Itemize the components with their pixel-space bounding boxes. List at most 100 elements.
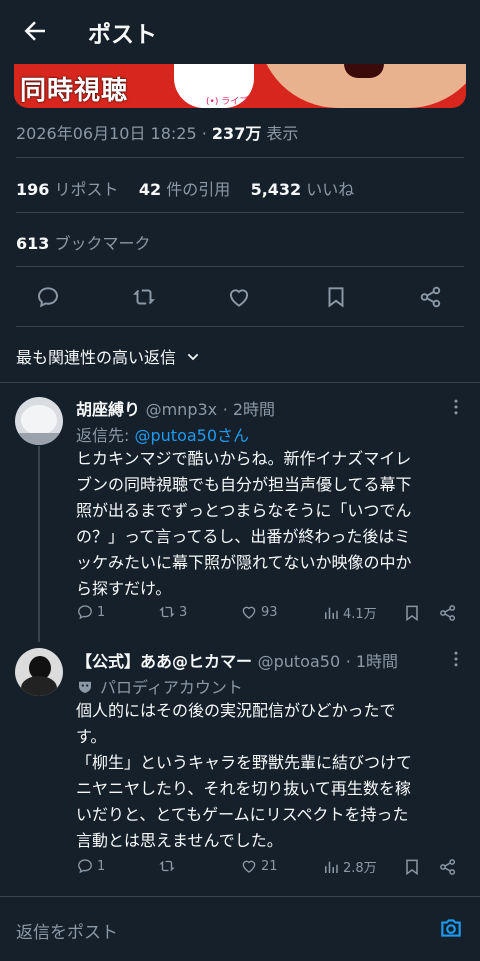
reply-text-line: ブンの同時視聴でも自分が担当声優してる幕下 [76,475,412,494]
share-icon[interactable] [438,603,458,623]
repost-button[interactable] [158,857,179,875]
like-icon [242,860,256,873]
reply-author[interactable]: 胡座縛り @mnp3x · 2時間 [76,396,275,420]
bookmark-icon[interactable] [402,603,422,623]
reply-text-line: の？」って言ってるし、出番が終わった後はミ [76,527,411,546]
post-timestamp[interactable]: 2026年06月10日 18:25 [16,124,197,143]
like-count: 93 [261,604,278,620]
post-action-bar [0,276,480,316]
likes-count: 5,432 [250,180,302,199]
views-count: 2.8万 [343,861,377,876]
views-button[interactable]: 2.8万 [322,857,377,876]
like-count: 21 [261,858,278,874]
reply-icon [78,605,92,620]
engagement-stats: 196 リポスト 42 件の引用 5,432 いいね [16,176,354,200]
reply-count: 1 [97,858,106,874]
divider [16,326,464,327]
reply-text-line: 照が出るまでずっとつまらなそうに「いつでん [76,501,412,520]
likes-stat[interactable]: 5,432 いいね [251,180,355,199]
views-button[interactable]: 4.1万 [322,603,377,622]
bookmarks-count: 613 [16,234,50,253]
bookmarks-stat[interactable]: 613 ブックマーク [16,230,151,254]
analytics-icon [325,607,338,619]
reply-text-line: ヒカキンマジで酷いからね。新作イナズマイレ [76,449,412,468]
post-media-image[interactable]: 同時視聴 (•) ライブ [14,64,466,108]
reply-text-line: ニヤニヤしたり、それを切り抜いて再生数を稼 [76,779,411,798]
divider [16,266,464,267]
author-name[interactable]: 胡座縛り [76,400,140,419]
back-arrow-icon[interactable] [20,16,50,46]
top-bar: ポスト [0,0,480,64]
likes-label: いいね [306,180,355,199]
repost-button[interactable]: 3 [158,603,187,621]
reposts-label: リポスト [54,180,119,199]
parody-badge: パロディアカウント [76,674,243,698]
reply-time: · 2時間 [222,400,276,419]
post-meta: 2026年06月10日 18:25 · 237万 表示 [16,120,298,144]
quotes-stat[interactable]: 42 件の引用 [139,180,230,199]
like-button[interactable]: 93 [240,603,278,621]
replying-to-link[interactable]: @putoa50さん [135,426,250,445]
author-name[interactable]: 【公式】ああ@ヒカマー [76,652,252,671]
reply-icon [78,859,92,874]
parody-label: パロディアカウント [100,678,243,697]
reply-text-line: ッケみたいに幕下照が隠れてないか映像の中か [76,553,412,572]
reply-time: · 1時間 [345,652,399,671]
reply-composer[interactable]: 返信をポスト [0,898,480,961]
replying-to: 返信先: @putoa50さん [76,422,249,446]
divider [16,212,464,213]
avatar[interactable] [15,397,63,445]
reply-count: 1 [97,604,106,620]
divider [0,382,480,383]
reply-text-line: す。 [76,727,107,746]
media-overlay-text: 同時視聴 [20,76,129,106]
like-icon [242,606,256,619]
replying-to-label: 返信先: [76,426,130,445]
bookmark-icon[interactable] [323,284,349,310]
repost-icon[interactable] [131,284,157,310]
reply-button[interactable]: 1 [76,603,105,621]
reply-sort-label: 最も関連性の高い返信 [16,348,177,367]
bookmarks-label: ブックマーク [54,234,151,253]
like-button[interactable]: 21 [240,857,278,875]
reply-text-line: 個人的にはその後の実況配信がひどかったで [76,701,396,720]
share-icon[interactable] [438,857,458,877]
reply-text-line: 「柳生」というキャラを野獣先輩に結びつけて [76,753,413,772]
views-label: 表示 [266,124,299,143]
repost-icon [159,606,175,618]
quotes-label: 件の引用 [166,180,231,199]
repost-icon [159,860,175,872]
views-count: 4.1万 [343,607,377,622]
reply-icon[interactable] [35,284,61,310]
analytics-icon [325,861,338,873]
camera-icon[interactable] [438,915,464,941]
more-options-icon[interactable] [446,649,466,669]
bookmark-icon[interactable] [402,857,422,877]
reply-actions: 1 3 93 4.1万 [76,603,464,627]
views-count: 237万 [211,124,262,143]
divider [16,157,464,158]
reposts-count: 196 [16,180,50,199]
reposts-stat[interactable]: 196 リポスト [16,180,119,199]
media-live-label: (•) ライブ [206,97,249,107]
thread-connector [38,446,40,642]
reply-text-line: ら探すだけ。 [76,579,172,598]
reply-text-line: 言動とは思えませんでした。 [76,831,283,850]
divider [0,896,480,897]
reply-sort-dropdown[interactable]: 最も関連性の高い返信 [16,344,201,368]
page-title: ポスト [88,22,157,48]
reply-author[interactable]: 【公式】ああ@ヒカマー @putoa50 · 1時間 [76,648,398,672]
reply-text: 個人的にはその後の実況配信がひどかったで す。 「柳生」というキャラを野獣先輩に… [76,698,412,854]
share-icon[interactable] [418,284,444,310]
avatar[interactable] [15,648,63,696]
parody-mask-icon [79,681,91,693]
reply-text-line: いだりと、とてもゲームにリスペクトを持った [76,805,409,824]
author-handle[interactable]: @mnp3x [146,400,218,419]
reply-text: ヒカキンマジで酷いからね。新作イナズマイレ ブンの同時視聴でも自分が担当声優して… [76,446,412,602]
more-options-icon[interactable] [446,397,466,417]
like-icon[interactable] [226,284,252,310]
meta-separator: · [201,124,207,143]
reply-input-placeholder[interactable]: 返信をポスト [16,918,118,943]
reply-button[interactable]: 1 [76,857,105,875]
author-handle[interactable]: @putoa50 [258,652,341,671]
